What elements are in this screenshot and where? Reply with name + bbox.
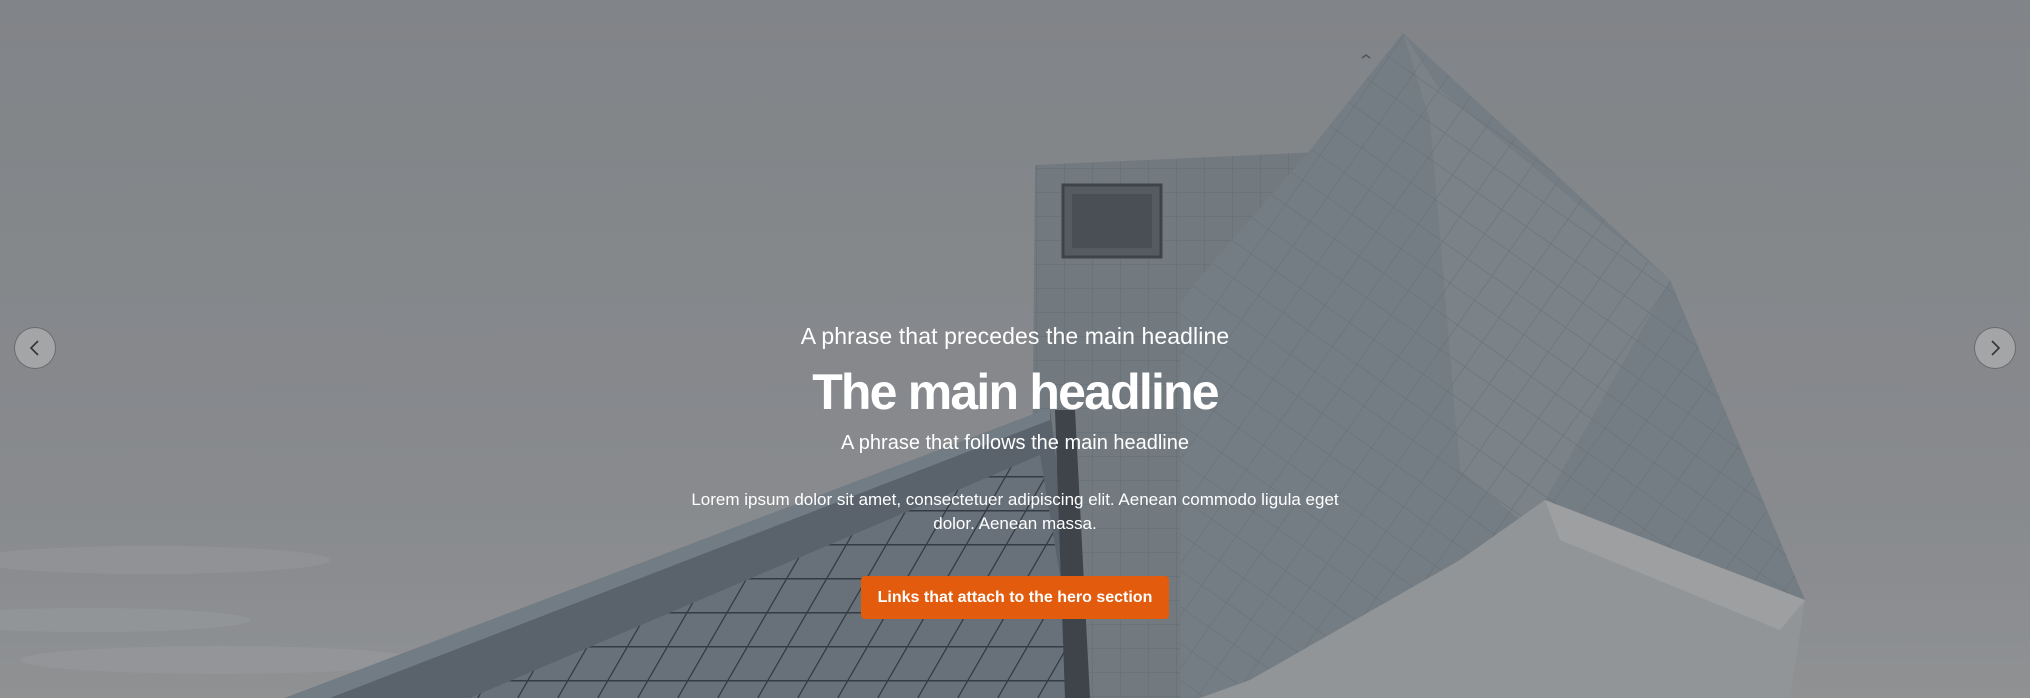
hero-cta-button[interactable]: Links that attach to the hero section [860,576,1170,619]
chevron-left-icon [28,340,42,356]
post-headline: A phrase that follows the main headline [841,432,1189,454]
chevron-right-icon [1988,340,2002,356]
hero-content: A phrase that precedes the main headline… [665,318,1365,619]
hero-section: A phrase that precedes the main headline… [0,0,2030,698]
main-headline: The main headline [812,364,1219,420]
hero-body-text: Lorem ipsum dolor sit amet, consectetuer… [691,490,1339,533]
pre-headline: A phrase that precedes the main headline [800,323,1230,349]
carousel-prev-button[interactable] [14,327,56,369]
carousel-next-button[interactable] [1974,327,2016,369]
